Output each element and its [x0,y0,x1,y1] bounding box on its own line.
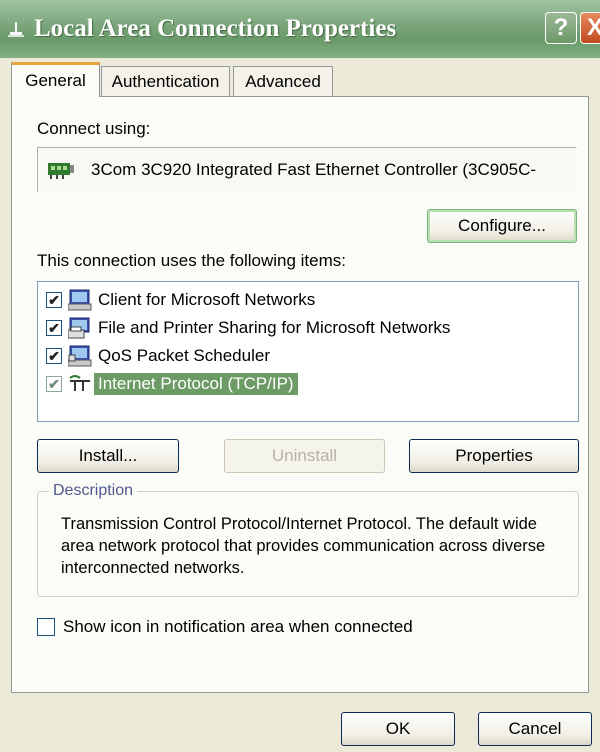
item-checkbox[interactable]: ✔ [46,291,62,308]
network-connection-icon [8,22,24,37]
show-icon-label: Show icon in notification area when conn… [63,617,413,636]
ok-button[interactable]: OK [341,712,455,746]
network-adapter-icon [48,163,74,179]
item-label: Client for Microsoft Networks [98,289,316,309]
help-button[interactable]: ? [545,12,577,44]
install-button[interactable]: Install... [37,439,179,473]
description-text: Transmission Control Protocol/Internet P… [61,515,546,577]
list-item[interactable]: ✔ Internet Protocol (TCP/IP) [46,370,298,397]
dialog-window: Local Area Connection Properties ? X Gen… [0,0,600,752]
item-label: QoS Packet Scheduler [98,345,270,365]
properties-button[interactable]: Properties [409,439,579,473]
close-button[interactable]: X [580,12,600,44]
connect-using-label: Connect using: [37,119,151,138]
show-icon-checkbox[interactable] [37,618,55,636]
item-label-selected: Internet Protocol (TCP/IP) [94,372,298,395]
item-checkbox[interactable]: ✔ [46,319,62,336]
list-item[interactable]: ✔ File and Printer Sharing for Microsoft… [46,314,454,341]
adapter-name: 3Com 3C920 Integrated Fast Ethernet Cont… [91,160,537,179]
uninstall-button[interactable]: Uninstall [224,439,385,473]
configure-button[interactable]: Configure... [427,209,577,243]
file-printer-sharing-icon [68,317,90,338]
title-bar[interactable]: Local Area Connection Properties ? X [0,0,600,58]
network-client-icon [68,289,92,310]
tab-advanced[interactable]: Advanced [233,66,333,96]
list-item[interactable]: ✔ Client for Microsoft Networks [46,286,319,313]
qos-scheduler-icon [68,345,92,366]
components-list[interactable]: ✔ Client for Microsoft Networks ✔ File a… [37,281,579,422]
adapter-field[interactable]: 3Com 3C920 Integrated Fast Ethernet Cont… [37,147,577,193]
tab-general[interactable]: General [11,62,100,97]
show-icon-option[interactable]: Show icon in notification area when conn… [37,617,413,637]
list-item[interactable]: ✔ QoS Packet Scheduler [46,342,274,369]
tab-authentication[interactable]: Authentication [101,66,230,96]
item-checkbox[interactable]: ✔ [46,375,62,392]
item-label: File and Printer Sharing for Microsoft N… [98,317,451,337]
window-title: Local Area Connection Properties [34,15,397,42]
items-label: This connection uses the following items… [37,251,346,270]
description-title: Description [49,482,138,500]
cancel-button[interactable]: Cancel [478,712,592,746]
item-checkbox[interactable]: ✔ [46,347,62,364]
protocol-icon [69,374,90,391]
